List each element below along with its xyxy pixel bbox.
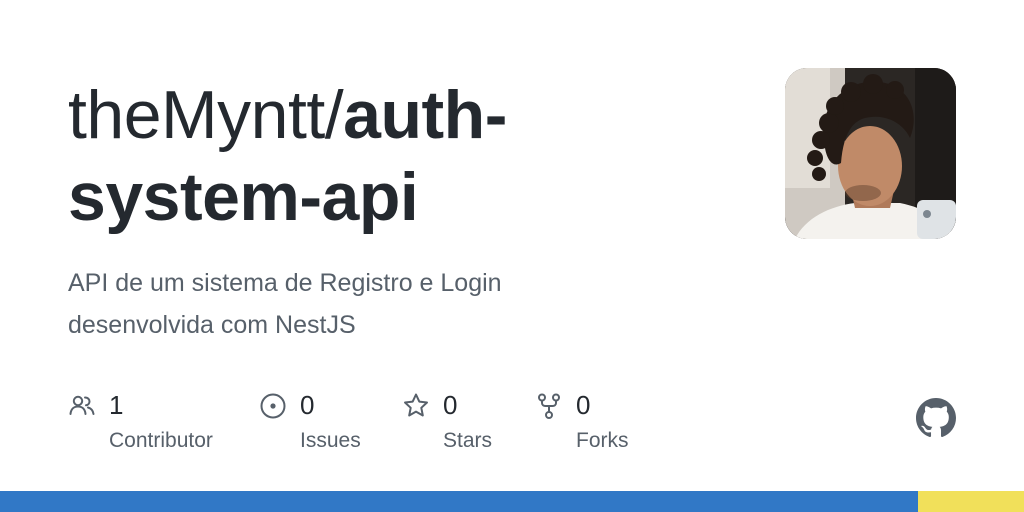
issues-count: 0 [300, 390, 315, 420]
repo-owner[interactable]: theMyntt/ [68, 77, 344, 153]
repo-description: API de um sistema de Registro e Login de… [68, 269, 502, 339]
stars-count: 0 [443, 390, 458, 420]
forks-label: Forks [576, 429, 629, 452]
avatar-photo [785, 68, 956, 239]
contributors-label: Contributor [109, 429, 213, 452]
language-bar [0, 491, 1024, 512]
contributors-count: 1 [109, 390, 124, 420]
issues-label: Issues [300, 429, 361, 452]
github-logo-icon[interactable] [916, 398, 956, 438]
language-segment-javascript [917, 491, 1024, 512]
repo-forked-icon [535, 392, 563, 420]
repo-title[interactable]: theMyntt/auth-system-api [68, 74, 708, 238]
forks-count: 0 [576, 390, 591, 420]
language-segment-typescript [0, 491, 918, 512]
repo-social-card: theMyntt/auth-system-api API de um siste… [0, 0, 1024, 512]
star-icon [402, 392, 430, 420]
owner-avatar[interactable] [785, 68, 956, 239]
people-icon [68, 392, 96, 420]
stars-label: Stars [443, 429, 493, 452]
issue-opened-icon [259, 392, 287, 420]
